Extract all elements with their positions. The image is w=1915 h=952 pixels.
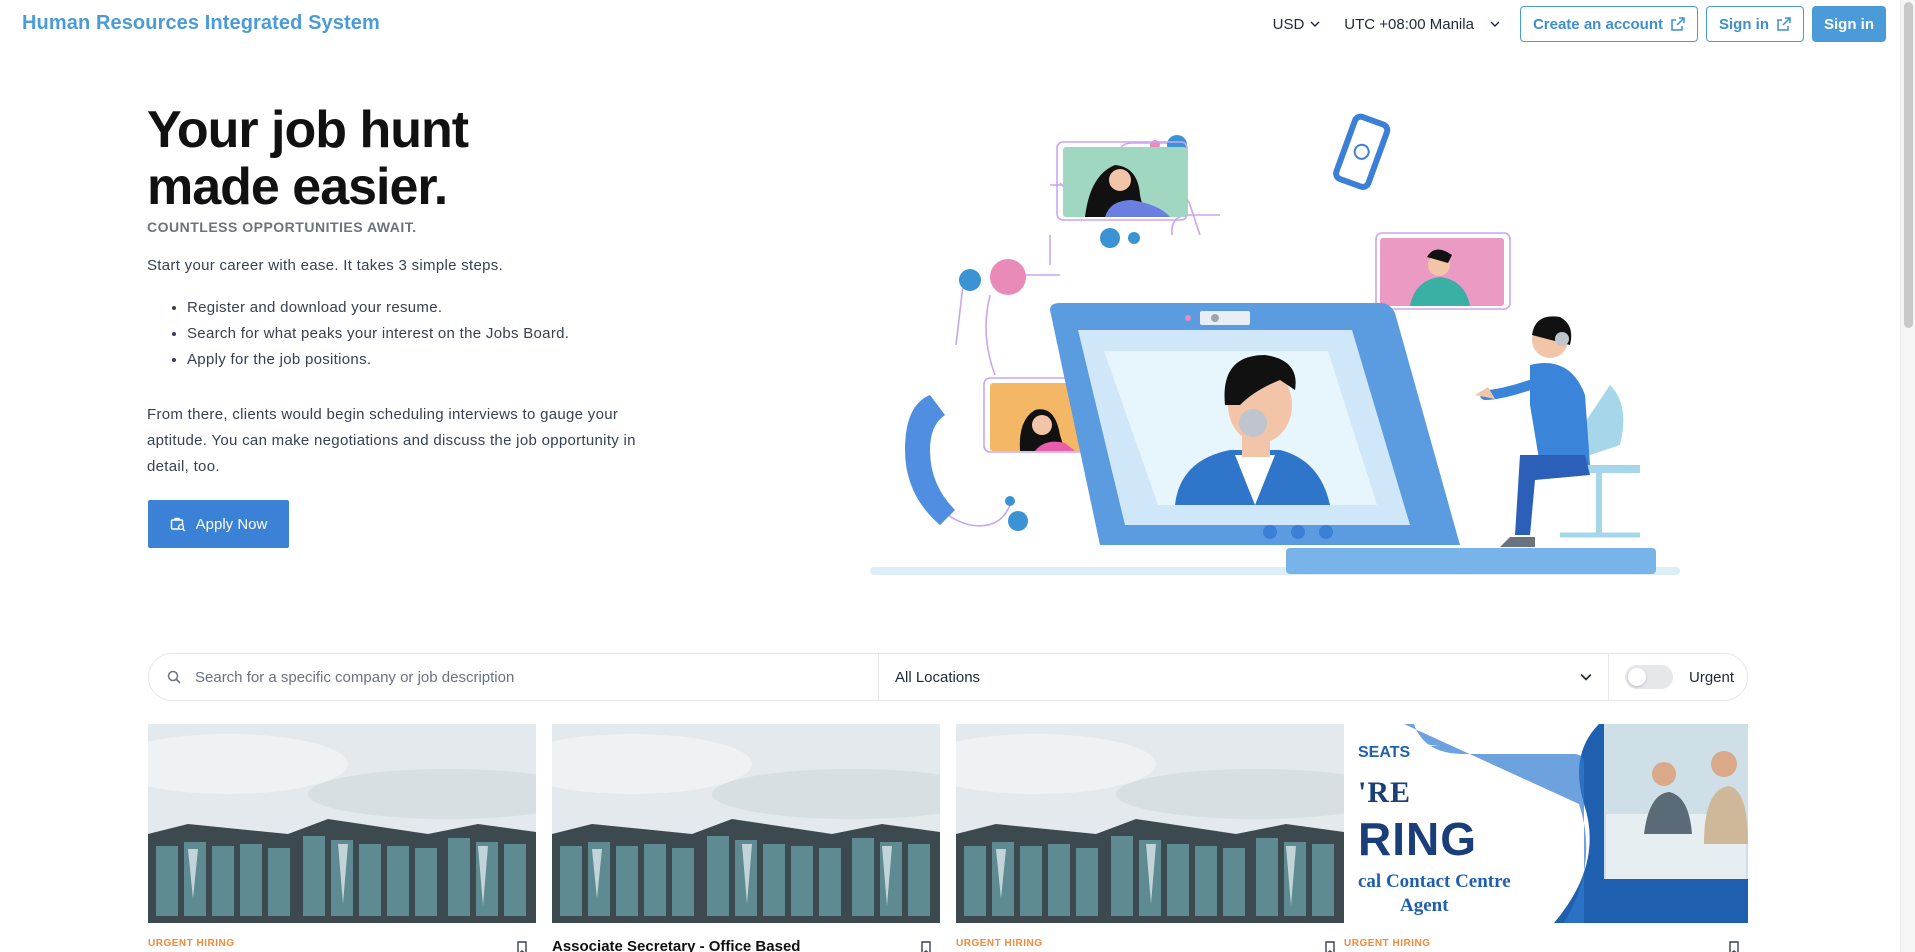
location-select[interactable]: All Locations — [879, 654, 1609, 700]
bookmark-icon[interactable] — [516, 941, 528, 952]
banner-line: 'RE — [1358, 776, 1412, 809]
bookmark-icon[interactable] — [1324, 941, 1336, 952]
urgent-hiring-tag: URGENT HIRING — [1344, 938, 1431, 949]
bookmark-icon[interactable] — [920, 941, 932, 952]
job-title: Associate Secretary - Office Based — [552, 938, 801, 952]
banner-line: Agent — [1400, 895, 1449, 916]
hero-title: Your job hunt made easier. — [147, 102, 667, 216]
banner-line: cal Contact Centre — [1358, 871, 1511, 892]
location-value: All Locations — [895, 668, 981, 686]
scrollbar-thumb[interactable] — [1904, 2, 1913, 328]
currency-value: USD — [1272, 15, 1305, 33]
job-card-image — [956, 724, 1344, 923]
sign-in-outline-label: Sign in — [1719, 15, 1769, 33]
briefcase-search-icon — [170, 517, 186, 532]
bookmark-icon[interactable] — [1728, 941, 1740, 952]
search-icon — [167, 670, 181, 684]
external-link-icon — [1671, 17, 1685, 31]
timezone-select[interactable]: UTC +08:00 Manila — [1332, 6, 1512, 42]
create-account-label: Create an account — [1532, 15, 1663, 33]
job-search-bar: All Locations Urgent — [148, 653, 1748, 701]
banner-line: SEATS — [1358, 744, 1411, 761]
create-account-button[interactable]: Create an account — [1519, 6, 1698, 42]
apply-now-label: Apply Now — [195, 515, 268, 533]
search-input[interactable] — [195, 668, 835, 686]
page-scrollbar[interactable] — [1900, 0, 1915, 952]
urgent-filter: Urgent — [1609, 654, 1747, 700]
chevron-down-icon — [1580, 674, 1592, 681]
urgent-hiring-tag: URGENT HIRING — [148, 938, 235, 949]
job-card[interactable]: SEATS 'RE RING cal Contact Centre Agent … — [1344, 724, 1748, 952]
currency-select[interactable]: USD — [1261, 6, 1333, 42]
job-card[interactable]: URGENT HIRING — [148, 724, 536, 952]
job-card-image — [148, 724, 536, 923]
urgent-label: Urgent — [1689, 668, 1735, 686]
job-card[interactable]: URGENT HIRING — [956, 724, 1344, 952]
list-item: Search for what peaks your interest on t… — [187, 321, 569, 347]
steps-list: Register and download your resume. Searc… — [187, 295, 569, 373]
search-segment — [149, 654, 879, 700]
job-card-banner: SEATS 'RE RING cal Contact Centre Agent — [1344, 724, 1748, 923]
chevron-down-icon — [1490, 21, 1500, 27]
sign-in-button[interactable]: Sign in — [1812, 6, 1886, 42]
urgent-toggle[interactable] — [1625, 665, 1673, 689]
hero-intro: Start your career with ease. It takes 3 … — [147, 257, 504, 274]
apply-now-button[interactable]: Apply Now — [148, 500, 289, 548]
job-cards: URGENT HIRING Associate Secretary - Offi… — [148, 724, 1748, 952]
hero-title-line: Your job hunt — [147, 101, 469, 159]
banner-line: RING — [1358, 813, 1477, 865]
list-item: Apply for the job positions. — [187, 347, 569, 373]
hero-title-line: made easier. — [147, 158, 448, 216]
hero-subtitle: COUNTLESS OPPORTUNITIES AWAIT. — [147, 219, 417, 235]
header-actions: USD UTC +08:00 Manila Create an account … — [1261, 6, 1886, 42]
chevron-down-icon — [1310, 21, 1320, 27]
hero-illustration — [870, 113, 1680, 575]
timezone-value: UTC +08:00 Manila — [1344, 15, 1474, 33]
list-item: Register and download your resume. — [187, 295, 569, 321]
job-card[interactable]: Associate Secretary - Office Based — [552, 724, 940, 952]
top-navbar: Human Resources Integrated System USD UT… — [0, 0, 1900, 48]
hero-paragraph: From there, clients would begin scheduli… — [147, 406, 636, 475]
external-link-icon — [1777, 17, 1791, 31]
job-card-image — [552, 724, 940, 923]
brand-logo[interactable]: Human Resources Integrated System — [22, 12, 380, 35]
sign-in-outline-button[interactable]: Sign in — [1706, 6, 1804, 42]
urgent-hiring-tag: URGENT HIRING — [956, 938, 1043, 949]
